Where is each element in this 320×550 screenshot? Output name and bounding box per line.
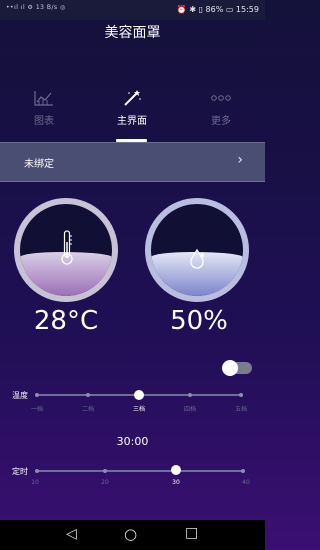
status-right: ⏰ ✱ ▯ 86% ▭ 15:59 bbox=[176, 5, 259, 14]
level-slider[interactable]: 一档 二档 三档 四档 五档 bbox=[31, 390, 247, 420]
level-option[interactable]: 二档 bbox=[73, 404, 103, 413]
bind-device-row[interactable]: 未绑定 › bbox=[0, 142, 265, 182]
timer-tick bbox=[35, 469, 39, 473]
tab-chart[interactable]: 图表 bbox=[0, 82, 88, 142]
timer-option[interactable]: 10 bbox=[20, 479, 50, 486]
chart-icon bbox=[34, 91, 53, 106]
timer-option[interactable]: 40 bbox=[231, 479, 261, 486]
toggle-knob bbox=[222, 360, 238, 376]
humidity-gauge bbox=[145, 198, 249, 302]
more-dots-icon bbox=[211, 95, 231, 101]
chevron-right-icon: › bbox=[237, 152, 243, 168]
bind-status-label: 未绑定 bbox=[24, 159, 54, 170]
thermometer-icon bbox=[61, 230, 73, 265]
tab-more[interactable]: 更多 bbox=[177, 82, 265, 142]
page-title: 美容面罩 bbox=[104, 25, 161, 41]
timer-slider[interactable]: 10 20 30 40 bbox=[31, 465, 250, 496]
tab-main-label: 主界面 bbox=[117, 116, 147, 127]
home-icon[interactable]: ○ bbox=[124, 525, 137, 543]
temperature-value: 28°C bbox=[33, 306, 99, 336]
tab-main[interactable]: 主界面 bbox=[88, 82, 176, 142]
timer-slider-track bbox=[35, 470, 245, 472]
tab-bar: 图表 主界面 更多 bbox=[0, 82, 265, 142]
status-bar: ••ıl ıl ⚙ 13 B/s ◎ ⏰ ✱ ▯ 86% ▭ 15:59 bbox=[0, 0, 265, 20]
back-icon[interactable]: ◁ bbox=[66, 526, 77, 542]
tab-more-label: 更多 bbox=[211, 116, 231, 127]
timer-tick bbox=[241, 469, 245, 473]
level-tick bbox=[239, 393, 243, 397]
recent-apps-icon[interactable]: □ bbox=[185, 525, 198, 541]
level-option[interactable]: 四档 bbox=[175, 404, 205, 413]
timer-tick bbox=[103, 469, 107, 473]
level-option[interactable]: 一档 bbox=[22, 404, 52, 413]
timer-slider-knob[interactable] bbox=[171, 465, 181, 475]
timer-option[interactable]: 20 bbox=[90, 479, 120, 486]
level-slider-label: 温度 bbox=[12, 391, 28, 400]
level-option[interactable]: 五档 bbox=[226, 404, 256, 413]
temperature-gauge bbox=[14, 198, 118, 302]
timer-option-selected[interactable]: 30 bbox=[161, 479, 191, 486]
system-nav-bar: ◁ ○ □ bbox=[0, 520, 265, 550]
level-tick bbox=[188, 393, 192, 397]
water-drop-icon bbox=[190, 248, 204, 269]
tab-chart-label: 图表 bbox=[34, 116, 54, 127]
level-slider-knob[interactable] bbox=[134, 390, 144, 400]
humidity-value: 50% bbox=[170, 306, 228, 336]
magic-wand-icon bbox=[124, 90, 141, 106]
level-tick bbox=[35, 393, 39, 397]
status-left: ••ıl ıl ⚙ 13 B/s ◎ bbox=[6, 4, 66, 11]
power-toggle[interactable] bbox=[222, 360, 252, 376]
timer-display: 30:00 bbox=[116, 435, 149, 448]
timer-slider-label: 定时 bbox=[12, 467, 28, 476]
level-option-selected[interactable]: 三档 bbox=[124, 404, 154, 413]
level-tick bbox=[86, 393, 90, 397]
